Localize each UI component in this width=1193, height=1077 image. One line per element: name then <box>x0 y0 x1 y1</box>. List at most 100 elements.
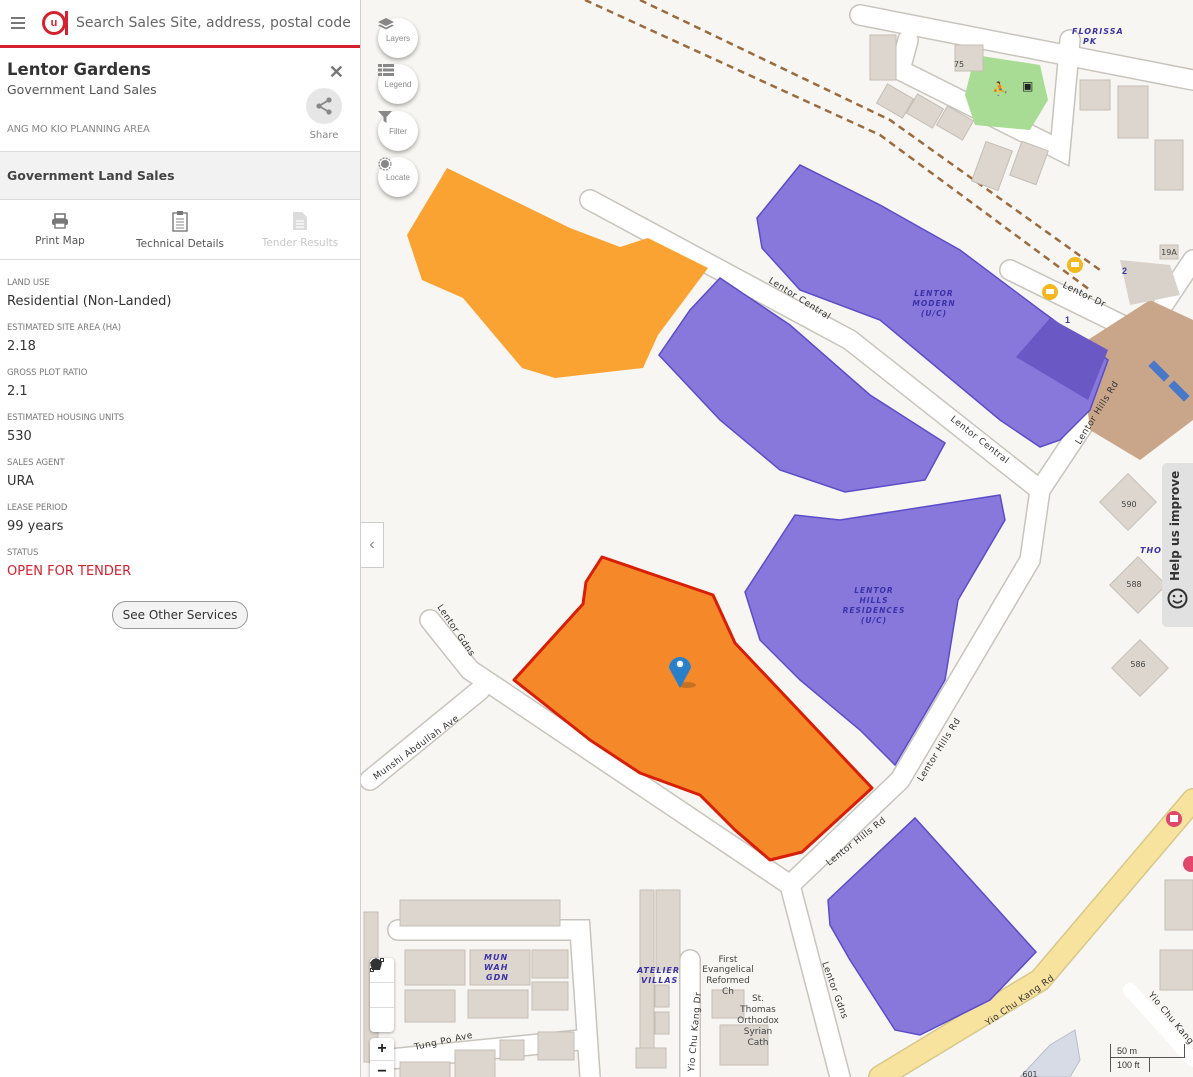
field-site-area: Estimated Site Area (ha) 2.18 <box>7 323 353 354</box>
estate-label: VILLAS <box>641 976 678 985</box>
zoom-in-button[interactable]: + <box>370 1038 394 1061</box>
parcel-label-line: MODERN <box>912 299 955 308</box>
field-value: 530 <box>7 429 32 444</box>
place-label: Syrian <box>744 1027 772 1037</box>
building-number: 590 <box>1121 500 1136 509</box>
technical-details-button[interactable]: Technical Details <box>120 200 240 259</box>
map-canvas[interactable]: 2 1 ⛹ ▣ LENTOR MODERN (U/C) LENTOR HILLS… <box>361 0 1193 1077</box>
place-label: St. <box>752 994 764 1004</box>
building-number: 19A <box>1161 248 1177 257</box>
parcel-label-line: (U/C) <box>861 616 887 625</box>
legend-button[interactable]: Legend <box>378 64 418 104</box>
zoom-control: + − <box>370 1038 394 1077</box>
print-map-button[interactable]: Print Map <box>0 200 120 259</box>
place-label: First <box>719 955 738 965</box>
help-us-improve-button[interactable]: Help us improve <box>1162 463 1193 627</box>
playground-icon: ⛹ <box>992 80 1008 96</box>
field-land-use: Land Use Residential (Non-Landed) <box>7 278 353 309</box>
field-value: 2.18 <box>7 339 36 354</box>
scale-bar: 50 m 100 ft <box>1110 1044 1185 1072</box>
locate-icon <box>378 157 392 171</box>
site-details: Land Use Residential (Non-Landed) Estima… <box>0 260 360 629</box>
place-label: Cath <box>747 1038 768 1048</box>
scale-imperial: 100 ft <box>1110 1058 1150 1072</box>
zoom-out-button[interactable]: − <box>370 1061 394 1077</box>
field-value: URA <box>7 474 34 489</box>
search-input[interactable] <box>76 14 360 31</box>
help-label: Help us improve <box>1168 470 1182 581</box>
site-info-panel: u Lentor Gardens Government Land Sales A… <box>0 0 361 1077</box>
field-label: Lease Period <box>7 503 68 513</box>
section-title: Government Land Sales <box>0 152 360 200</box>
draw-circle-button[interactable] <box>370 958 394 1032</box>
chevron-left-icon: ‹ <box>369 536 375 553</box>
print-map-label: Print Map <box>35 234 85 247</box>
parcel-label-line: RESIDENCES <box>843 606 906 615</box>
menu-icon[interactable] <box>0 16 36 29</box>
field-plot-ratio: Gross Plot Ratio 2.1 <box>7 368 353 399</box>
locate-button[interactable]: Locate <box>378 157 418 197</box>
place-label: Thomas <box>739 1005 776 1015</box>
filter-label: Filter <box>389 127 407 136</box>
field-sales-agent: Sales Agent URA <box>7 458 353 489</box>
circle-icon <box>370 958 382 970</box>
document-icon <box>293 211 307 230</box>
status-value: OPEN FOR TENDER <box>7 564 132 579</box>
field-label: Estimated Site Area (ha) <box>7 323 121 333</box>
site-header: Lentor Gardens Government Land Sales ANG… <box>0 48 360 152</box>
building-number: 75 <box>954 60 964 69</box>
share-button[interactable]: Share <box>306 88 342 141</box>
close-icon[interactable]: ✕ <box>329 62 344 83</box>
parcel-label-line: LENTOR <box>914 289 953 298</box>
estate-label: FLORISSA <box>1072 27 1124 36</box>
building-number: 586 <box>1130 660 1145 669</box>
draw-polygon-button[interactable] <box>370 958 394 1008</box>
building-number: 588 <box>1126 580 1141 589</box>
field-value: Residential (Non-Landed) <box>7 294 172 309</box>
field-label: Land Use <box>7 278 50 288</box>
field-status: Status OPEN FOR TENDER <box>7 548 353 579</box>
field-value: 2.1 <box>7 384 28 399</box>
station-exit-label: 1 <box>1065 315 1070 325</box>
planning-area: ANG MO KIO PLANNING AREA <box>7 124 150 135</box>
field-label: Sales Agent <box>7 458 65 468</box>
draw-toolbar <box>370 958 394 1032</box>
filter-button[interactable]: Filter <box>378 111 418 151</box>
layers-icon <box>378 18 394 30</box>
locate-label: Locate <box>385 173 411 182</box>
filter-icon <box>378 111 392 123</box>
field-label: Estimated Housing Units <box>7 413 124 423</box>
field-value: 99 years <box>7 519 64 534</box>
map-view[interactable]: 2 1 ⛹ ▣ LENTOR MODERN (U/C) LENTOR HILLS… <box>361 0 1193 1077</box>
action-bar: Print Map Technical Details Tender Resul… <box>0 200 360 260</box>
parcel-label-line: LENTOR <box>854 586 893 595</box>
place-label: Ch <box>722 987 734 997</box>
estate-label: PK <box>1083 37 1097 46</box>
see-other-services-button[interactable]: See Other Services <box>112 601 248 629</box>
clipboard-icon <box>172 210 188 232</box>
field-label: Gross Plot Ratio <box>7 368 88 378</box>
layers-label: Layers <box>385 34 410 43</box>
printer-icon <box>52 212 68 229</box>
app-root: u Lentor Gardens Government Land Sales A… <box>0 0 1193 1077</box>
share-icon <box>316 97 332 115</box>
scale-metric: 50 m <box>1110 1044 1185 1058</box>
estate-label: GDN <box>486 973 509 982</box>
place-label: Orthodox <box>737 1016 779 1026</box>
parcel-label-line: HILLS <box>859 596 888 605</box>
estate-label: WAH <box>484 963 508 972</box>
collapse-panel-button[interactable]: ‹ <box>361 522 384 568</box>
legend-label: Legend <box>384 80 412 89</box>
search-bar: u <box>0 0 360 48</box>
tender-results-label: Tender Results <box>261 236 339 249</box>
layers-button[interactable]: Layers <box>378 18 418 58</box>
technical-details-label: Technical Details <box>136 237 224 250</box>
share-label: Share <box>309 130 339 141</box>
ura-logo: u <box>42 10 68 35</box>
building-number: 601 <box>1022 1070 1037 1077</box>
field-lease-period: Lease Period 99 years <box>7 503 353 534</box>
place-label: Reformed <box>706 976 750 986</box>
field-label: Status <box>7 548 39 558</box>
estate-label: ATELIER <box>636 966 680 975</box>
station-exit-label: 2 <box>1122 266 1127 276</box>
